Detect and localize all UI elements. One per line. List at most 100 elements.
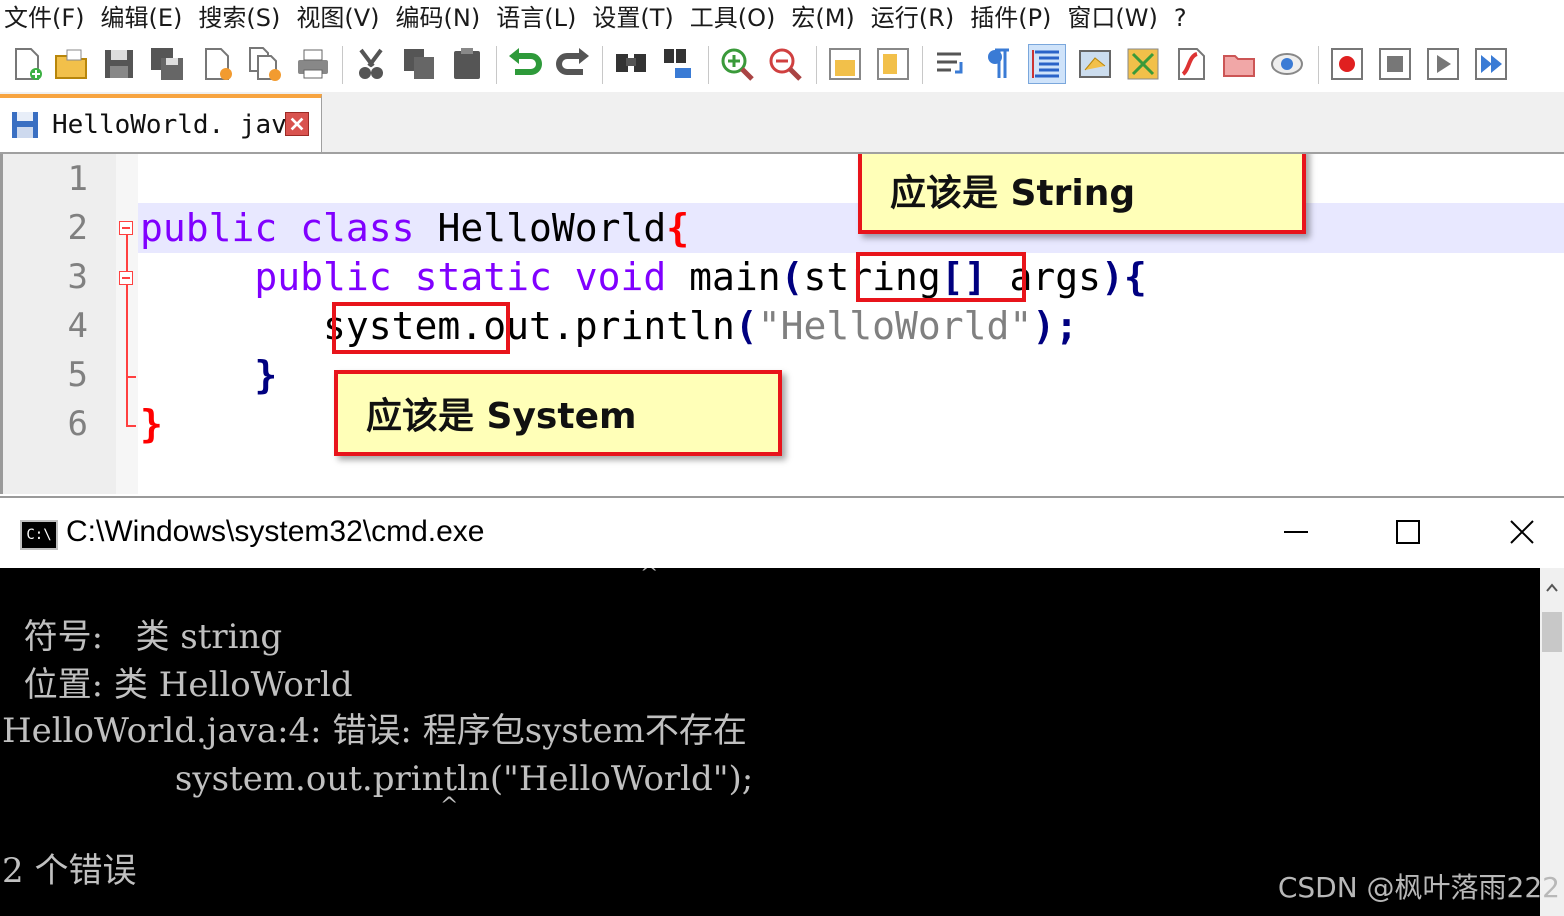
indent-guide-icon[interactable]: [1028, 44, 1066, 84]
paste-icon[interactable]: [448, 44, 486, 84]
cmd-icon: C:\: [20, 520, 58, 550]
cmd-window-title: C:\Windows\system32\cmd.exe: [66, 515, 485, 548]
keyword: public: [254, 255, 392, 299]
brace: {: [666, 206, 690, 250]
line-number: 4: [67, 306, 88, 346]
function-list-icon[interactable]: [1124, 44, 1162, 84]
line-number: 1: [67, 159, 88, 199]
maximize-button[interactable]: [1380, 510, 1436, 554]
cmd-scrollbar[interactable]: [1540, 568, 1564, 916]
paren: );: [1032, 304, 1079, 348]
play-macro-icon[interactable]: [1424, 44, 1462, 84]
toolbar: [0, 38, 1564, 92]
brace: }: [254, 353, 278, 397]
sync-horizontal-icon[interactable]: [874, 44, 912, 84]
scroll-up-icon[interactable]: [1540, 576, 1564, 600]
fold-line: [126, 376, 136, 378]
fold-line: [126, 425, 136, 427]
doc-map-icon[interactable]: [1076, 44, 1114, 84]
code-editor[interactable]: 1 2 3 4 5 6 public class HelloWorld{ pub…: [0, 154, 1564, 494]
close-all-icon[interactable]: [246, 44, 284, 84]
menu-file[interactable]: 文件(F): [0, 0, 93, 36]
fold-line: [126, 285, 128, 425]
menu-plugins[interactable]: 插件(P): [962, 0, 1059, 36]
paren: (: [780, 255, 804, 299]
cmd-titlebar[interactable]: C:\ C:\Windows\system32\cmd.exe: [0, 496, 1564, 568]
save-icon[interactable]: [100, 44, 138, 84]
highlight-string: [856, 252, 1026, 302]
monitor-icon[interactable]: [1268, 44, 1306, 84]
console-line: system.out.println("HelloWorld");: [2, 759, 754, 799]
error-caret: ^: [640, 568, 659, 587]
scroll-thumb[interactable]: [1542, 612, 1562, 652]
replace-icon[interactable]: [660, 44, 698, 84]
menu-help[interactable]: ?: [1166, 0, 1195, 36]
code-line: }: [140, 350, 277, 400]
find-icon[interactable]: [612, 44, 650, 84]
cut-icon[interactable]: [352, 44, 390, 84]
zoom-out-icon[interactable]: [766, 44, 804, 84]
menu-search[interactable]: 搜索(S): [190, 0, 288, 36]
sync-vertical-icon[interactable]: [826, 44, 864, 84]
keyword: void: [574, 255, 667, 299]
minimize-button[interactable]: [1268, 510, 1324, 554]
copy-icon[interactable]: [400, 44, 438, 84]
keyword: class: [300, 206, 415, 250]
new-file-icon[interactable]: [8, 44, 46, 84]
callout-system: 应该是 System: [334, 370, 782, 456]
console-line: HelloWorld.java:4: 错误: 程序包system不存在: [2, 711, 747, 751]
keyword: static: [414, 255, 552, 299]
undo-icon[interactable]: [506, 44, 544, 84]
stop-record-icon[interactable]: [1376, 44, 1414, 84]
menu-tools[interactable]: 工具(O): [682, 0, 784, 36]
save-all-icon[interactable]: [148, 44, 186, 84]
method-name: main: [666, 255, 781, 299]
close-icon: [1510, 520, 1534, 544]
tab-label: HelloWorld. java: [52, 110, 303, 140]
console-line: 位置: 类 HelloWorld: [2, 665, 353, 705]
line-number: 3: [67, 257, 88, 297]
tab-helloworld[interactable]: HelloWorld. java: [0, 94, 322, 152]
menu-edit[interactable]: 编辑(E): [93, 0, 191, 36]
menu-window[interactable]: 窗口(W): [1059, 0, 1165, 36]
class-name: HelloWorld: [414, 206, 667, 250]
word-wrap-icon[interactable]: [932, 44, 970, 84]
minimize-icon: [1284, 531, 1308, 533]
run-macro-multiple-icon[interactable]: [1472, 44, 1510, 84]
menu-settings[interactable]: 设置(T): [584, 0, 681, 36]
record-macro-icon[interactable]: [1328, 44, 1366, 84]
folder-workspace-icon[interactable]: [1172, 44, 1210, 84]
open-file-icon[interactable]: [52, 44, 90, 84]
close-tab-icon[interactable]: [285, 112, 309, 136]
highlight-system: [332, 302, 510, 354]
line-number: 5: [67, 355, 88, 395]
folder-icon[interactable]: [1220, 44, 1258, 84]
line-number: 6: [67, 404, 88, 444]
line-number: 2: [67, 208, 88, 248]
menu-encoding[interactable]: 编码(N): [388, 0, 489, 36]
fold-toggle[interactable]: [119, 221, 133, 235]
menu-language[interactable]: 语言(L): [488, 0, 584, 36]
string-literal: "HelloWorld": [757, 304, 1033, 348]
close-icon[interactable]: [198, 44, 236, 84]
code-line: public class HelloWorld{: [140, 203, 689, 253]
code-line: system.out.println("HelloWorld");: [140, 301, 1078, 351]
menu-bar: 文件(F) 编辑(E) 搜索(S) 视图(V) 编码(N) 语言(L) 设置(T…: [0, 0, 1564, 36]
show-all-chars-icon[interactable]: [980, 44, 1018, 84]
zoom-in-icon[interactable]: [718, 44, 756, 84]
menu-run[interactable]: 运行(R): [863, 0, 962, 36]
redo-icon[interactable]: [554, 44, 592, 84]
maximize-icon: [1396, 520, 1420, 544]
close-button[interactable]: [1494, 510, 1550, 554]
watermark: CSDN @枫叶落雨222: [1277, 871, 1560, 904]
console-line: 符号: 类 string: [2, 617, 283, 657]
menu-macro[interactable]: 宏(M): [783, 0, 862, 36]
fold-toggle[interactable]: [119, 271, 133, 285]
cmd-console[interactable]: ^ 符号: 类 string 位置: 类 HelloWorld HelloWor…: [0, 568, 1540, 916]
print-icon[interactable]: [294, 44, 332, 84]
fold-line: [126, 235, 128, 275]
menu-view[interactable]: 视图(V): [288, 0, 387, 36]
